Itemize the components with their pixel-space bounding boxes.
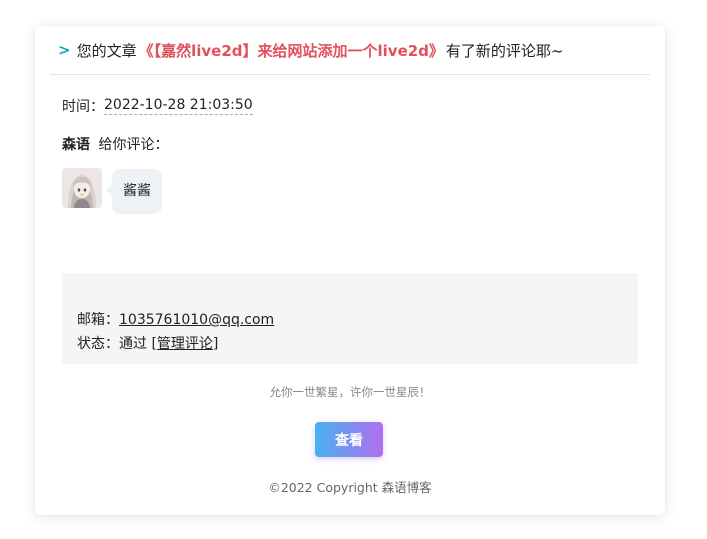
manage-comment-link[interactable]: 管理评论 <box>157 336 213 352</box>
status-line: 状态：通过 [管理评论] <box>77 333 218 353</box>
view-button[interactable]: 查看 <box>315 422 383 457</box>
anime-girl-avatar-icon <box>62 168 102 208</box>
caret-icon: > <box>58 41 71 59</box>
header-suffix: 有了新的评论耶~ <box>445 41 564 60</box>
comment-info-box: 邮箱：1035761010@qq.com 状态：通过 [管理评论] <box>62 273 638 364</box>
copyright-footer: ©2022 Copyright 森语博客 <box>268 480 432 495</box>
email-header: > 您的文章 《【嘉然live2d】来给网站添加一个live2d》 有了新的评论… <box>50 26 650 75</box>
comment-action-text: 给你评论： <box>98 137 169 153</box>
motto-text: 允你一世繁星，许你一世星辰！ <box>269 385 431 399</box>
comment-row: 酱酱 <box>62 168 162 214</box>
commenter-row: 森语 给你评论： <box>62 134 168 154</box>
comment-bubble: 酱酱 <box>106 169 162 214</box>
email-line: 邮箱：1035761010@qq.com <box>77 309 274 329</box>
time-label: 时间： <box>62 99 104 115</box>
article-title-link[interactable]: 《【嘉然live2d】来给网站添加一个live2d》 <box>139 40 444 61</box>
email-label: 邮箱： <box>77 312 119 328</box>
avatar <box>62 168 102 208</box>
manage-bracket-close: ] <box>212 336 219 352</box>
email-card: > 您的文章 《【嘉然live2d】来给网站添加一个live2d》 有了新的评论… <box>35 26 665 515</box>
commenter-name: 森语 <box>62 137 90 153</box>
email-link[interactable]: 1035761010@qq.com <box>119 312 274 328</box>
status-label: 状态： <box>77 336 119 352</box>
time-row: 时间： 2022-10-28 21:03:50 <box>62 96 253 116</box>
header-prefix: 您的文章 <box>76 41 137 60</box>
status-value: 通过 <box>119 336 147 352</box>
time-value: 2022-10-28 21:03:50 <box>104 97 253 115</box>
